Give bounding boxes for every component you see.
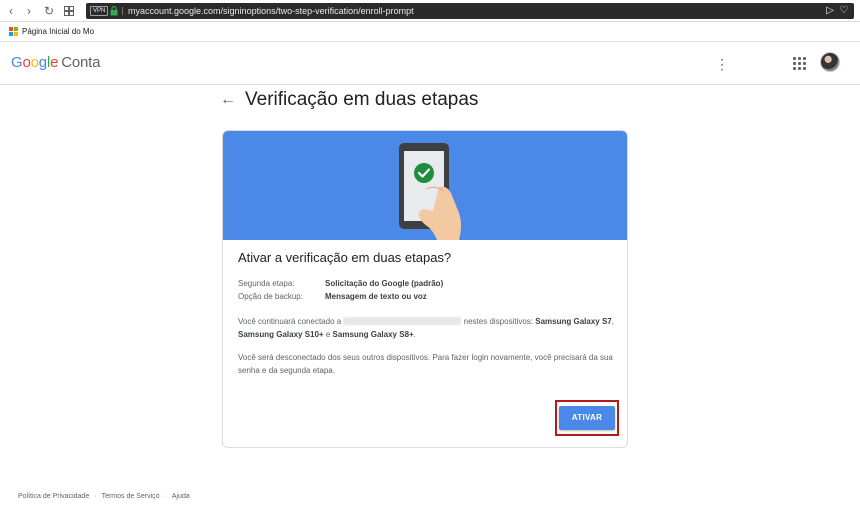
phone-checkmark-illustration <box>399 143 461 240</box>
bookmarks-bar: Página Inicial do Mo... <box>0 22 860 42</box>
google-wordmark: Google <box>11 54 59 71</box>
redacted-email <box>343 317 462 325</box>
enroll-card: Ativar a verificação em duas etapas? Seg… <box>222 130 628 448</box>
bookmark-item[interactable]: Página Inicial do Mo... <box>22 25 94 39</box>
url-text[interactable]: myaccount.google.com/signinoptions/two-s… <box>128 3 414 19</box>
device-name: Samsung Galaxy S8+ <box>332 330 414 339</box>
browser-toolbar: ‹ › ↻ VPN myaccount.google.com/signinopt… <box>0 0 860 22</box>
footer-separator: · <box>164 493 167 500</box>
vpn-badge[interactable]: VPN <box>90 6 109 16</box>
more-options-icon[interactable]: ⋮ <box>714 55 730 73</box>
activate-button[interactable]: ATIVAR <box>559 406 615 430</box>
back-nav-icon[interactable]: ‹ <box>4 3 18 19</box>
page-title: Verificação em duas etapas <box>245 89 479 110</box>
second-step-label: Segunda etapa: <box>238 279 295 288</box>
backup-option-label: Opção de backup: <box>238 292 303 301</box>
devices-end: . <box>413 330 416 339</box>
signout-paragraph: Você será desconectado dos seus outros d… <box>238 353 613 375</box>
heart-icon[interactable]: ♡ <box>838 4 850 18</box>
lock-icon <box>110 6 118 16</box>
backup-option-value: Mensagem de texto ou voz <box>325 292 427 301</box>
help-link[interactable]: Ajuda <box>172 493 190 500</box>
apps-grid-icon[interactable] <box>792 56 808 72</box>
terms-link[interactable]: Termos de Serviço <box>102 493 160 500</box>
second-step-value: Solicitação do Google (padrão) <box>325 279 444 288</box>
devices-middle: nestes dispositivos: <box>463 317 534 326</box>
product-name: Conta <box>61 54 101 71</box>
privacy-link[interactable]: Política de Privacidade <box>18 493 89 500</box>
send-icon[interactable]: ▷ <box>824 4 836 18</box>
microsoft-logo-icon <box>9 27 19 37</box>
devices-prefix: Você continuará conectado a <box>238 317 342 326</box>
account-avatar[interactable] <box>820 52 840 72</box>
device-name: Samsung Galaxy S7 <box>535 317 612 326</box>
footer-links: Política de Privacidade · Termos de Serviç… <box>18 492 190 502</box>
card-banner <box>223 131 627 240</box>
check-circle-icon <box>414 163 434 183</box>
forward-nav-icon[interactable]: › <box>22 3 36 19</box>
device-name: Samsung Galaxy S10+ <box>238 330 324 339</box>
back-arrow-icon[interactable]: ← <box>220 90 236 110</box>
reload-icon[interactable]: ↻ <box>42 3 56 19</box>
card-title: Ativar a verificação em duas etapas? <box>238 250 452 265</box>
google-account-logo[interactable]: Google Conta <box>11 54 100 72</box>
address-bar[interactable]: VPN myaccount.google.com/signinoptions/t… <box>86 3 854 19</box>
url-separator <box>122 7 123 15</box>
devices-paragraph: Você continuará conectado a nestes dispo… <box>238 317 614 339</box>
google-account-header: Google Conta ⋮ <box>0 43 860 85</box>
tabs-grid-icon[interactable] <box>62 3 76 19</box>
footer-separator: · <box>94 493 97 500</box>
devices-and: e <box>325 330 331 339</box>
